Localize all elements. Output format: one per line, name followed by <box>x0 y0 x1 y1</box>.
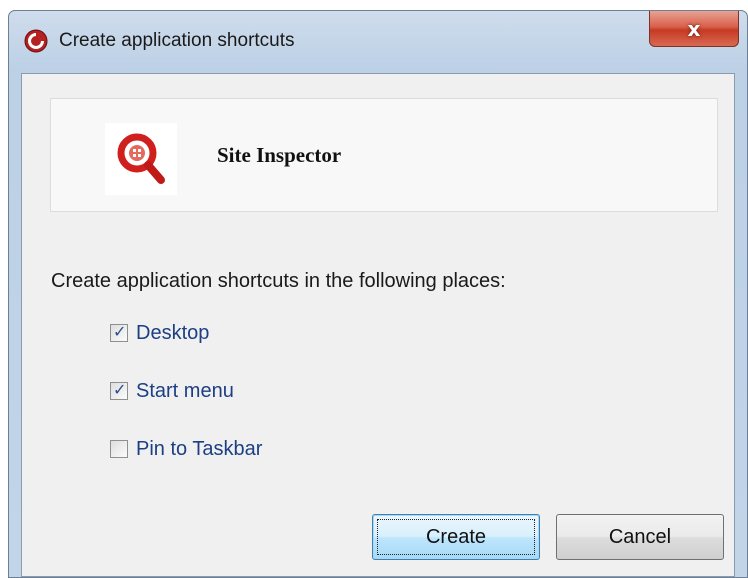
focus-rectangle <box>377 519 535 555</box>
option-start-menu[interactable]: ✓ Start menu <box>110 378 234 404</box>
cancel-button[interactable]: Cancel <box>556 514 724 560</box>
desktop-checkbox[interactable]: ✓ <box>110 322 128 342</box>
app-logo-icon <box>24 29 48 53</box>
option-label[interactable]: Pin to Taskbar <box>136 438 262 461</box>
instruction-text: Create application shortcuts in the foll… <box>51 270 506 292</box>
checkmark-icon: ✓ <box>113 322 127 341</box>
checkmark-icon: ✓ <box>113 380 127 399</box>
option-label[interactable]: Desktop <box>136 322 209 345</box>
pin-taskbar-checkbox[interactable] <box>110 440 128 458</box>
option-pin-taskbar[interactable]: Pin to Taskbar <box>110 436 262 462</box>
app-name: Site Inspector <box>217 143 342 167</box>
window-title: Create application shortcuts <box>59 30 295 51</box>
create-button[interactable]: Create <box>372 514 540 560</box>
magnifier-icon <box>105 123 177 195</box>
close-icon: x <box>687 16 701 41</box>
dialog-window: Create application shortcuts x Site Insp… <box>8 10 748 578</box>
option-label[interactable]: Start menu <box>136 380 234 403</box>
dialog-content: Site Inspector Create application shortc… <box>21 73 735 577</box>
app-info-panel: Site Inspector <box>50 98 718 212</box>
start-menu-checkbox[interactable]: ✓ <box>110 380 128 400</box>
title-bar[interactable]: Create application shortcuts x <box>9 11 747 71</box>
close-button[interactable]: x <box>649 11 739 47</box>
cancel-button-label: Cancel <box>608 525 672 548</box>
option-desktop[interactable]: ✓ Desktop <box>110 320 209 346</box>
